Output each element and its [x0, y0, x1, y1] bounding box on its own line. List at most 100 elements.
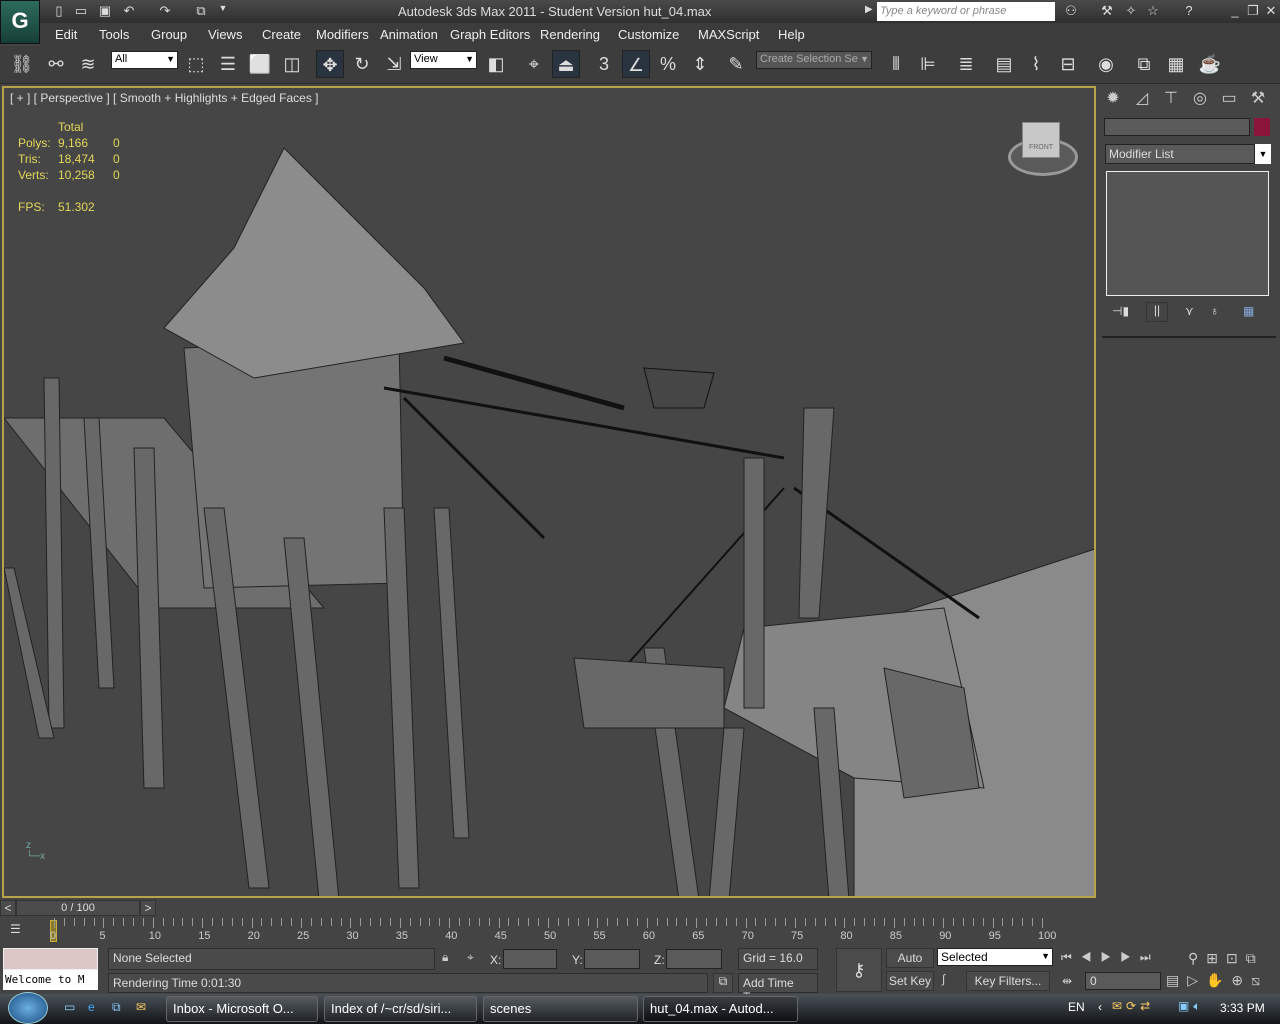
select-and-rotate-icon[interactable]: ↻ [348, 50, 376, 78]
task-internet-explorer[interactable]: Index of /~cr/sd/siri... [324, 996, 477, 1022]
align-icon[interactable]: ⊫ [914, 50, 942, 78]
start-button[interactable] [8, 992, 48, 1024]
y-coordinate-input[interactable] [584, 949, 640, 969]
task-outlook[interactable]: Inbox - Microsoft O... [166, 996, 318, 1022]
close-button[interactable]: ✕ [1262, 3, 1280, 19]
maxscript-listener-input[interactable] [3, 948, 98, 970]
set-key-key-icon[interactable]: ⚷ [836, 948, 882, 992]
menu-help[interactable]: Help [778, 27, 805, 42]
select-and-link-icon[interactable]: ⛓ [8, 50, 36, 78]
menu-customize[interactable]: Customize [618, 27, 679, 42]
curve-editor-icon[interactable]: ⌇ [1022, 50, 1050, 78]
time-slider-next[interactable]: > [140, 900, 156, 916]
menu-rendering[interactable]: Rendering [540, 27, 600, 42]
application-button[interactable]: G [0, 0, 40, 44]
snaps-toggle-icon[interactable]: 3 [590, 50, 618, 78]
restore-button[interactable]: ❐ [1244, 3, 1262, 19]
task-3ds-max[interactable]: hut_04.max - Autod... [643, 996, 798, 1022]
unlink-icon[interactable]: ⚯ [42, 50, 70, 78]
satellite-icon[interactable]: ✧ [1122, 3, 1140, 19]
menu-tools[interactable]: Tools [99, 27, 129, 42]
menu-create[interactable]: Create [262, 27, 301, 42]
select-and-move-icon[interactable]: ✥ [316, 50, 344, 78]
window-crossing-icon[interactable]: ◫ [278, 50, 306, 78]
set-key-button[interactable]: Set Key [886, 971, 934, 991]
menu-maxscript[interactable]: MAXScript [698, 27, 759, 42]
auto-key-button[interactable]: Auto Key [886, 948, 934, 983]
percent-snap-icon[interactable]: % [654, 50, 682, 78]
pin-stack-icon[interactable]: ⊣▮ [1112, 304, 1129, 318]
new-file-icon[interactable]: ▯ [50, 3, 68, 19]
communication-center-icon[interactable]: ⚒ [1098, 3, 1116, 19]
time-slider-thumb[interactable]: 0 / 100 [16, 900, 140, 916]
motion-tab-icon[interactable]: ◎ [1187, 88, 1213, 112]
internet-explorer-icon[interactable]: e [88, 1000, 95, 1014]
display-tab-icon[interactable]: ▭ [1216, 88, 1242, 112]
task-scenes-folder[interactable]: scenes [483, 996, 638, 1022]
switch-windows-icon[interactable]: ⧉ [112, 1000, 121, 1015]
current-frame-input[interactable]: 0 [1085, 972, 1161, 990]
layer-manager-icon[interactable]: ≣ [952, 50, 980, 78]
binoculars-icon[interactable]: ⚇ [1062, 3, 1080, 19]
menu-graph-editors[interactable]: Graph Editors [450, 27, 530, 42]
angle-snap-icon[interactable]: ∠ [622, 50, 650, 78]
keyboard-shortcut-override-icon[interactable]: ⏏ [552, 50, 580, 78]
menu-group[interactable]: Group [151, 27, 187, 42]
edit-named-selection-icon[interactable]: ✎ [722, 50, 750, 78]
redo-icon[interactable]: ↷ [156, 3, 174, 19]
bind-space-warp-icon[interactable]: ≋ [74, 50, 102, 78]
viewcube[interactable]: FRONT [1022, 122, 1060, 158]
viewport-navigation-controls[interactable]: ⚲⊞⊡⧉ [1188, 950, 1264, 967]
render-teapot-icon[interactable]: ☕ [1196, 50, 1224, 78]
outlook-icon[interactable]: ✉ [136, 1000, 146, 1014]
maxscript-output[interactable]: Welcome to M [3, 970, 98, 990]
mirror-icon[interactable]: ⫴ [882, 50, 910, 78]
viewport-label[interactable]: [ + ] [ Perspective ] [ Smooth + Highlig… [10, 91, 319, 105]
make-unique-icon[interactable]: ⋎ [1185, 304, 1194, 318]
help-icon[interactable]: ? [1180, 3, 1198, 19]
default-tangent-icon[interactable]: ∫ [942, 972, 945, 986]
select-by-name-icon[interactable]: ☰ [214, 50, 242, 78]
rendered-frame-window-icon[interactable]: ▦ [1162, 50, 1190, 78]
menu-modifiers[interactable]: Modifiers [316, 27, 369, 42]
material-editor-icon[interactable]: ◉ [1092, 50, 1120, 78]
time-slider-prev[interactable]: < [0, 900, 16, 916]
rectangular-selection-icon[interactable]: ⬜ [246, 50, 274, 78]
x-coordinate-input[interactable] [503, 949, 557, 969]
network-volume-icons[interactable]: ▣🔈︎ [1178, 999, 1205, 1014]
key-mode-dropdown[interactable]: Selected [937, 948, 1053, 966]
graphite-ribbon-icon[interactable]: ▤ [990, 50, 1018, 78]
modifier-list-dropdown[interactable]: Modifier List [1105, 144, 1255, 164]
absolute-mode-transform-icon[interactable]: ⌖ [467, 950, 474, 965]
pivot-center-icon[interactable]: ◧ [482, 50, 510, 78]
time-tag-icon[interactable]: ⧉ [713, 973, 733, 993]
customize-quick-access-icon[interactable]: ▼ [214, 3, 232, 19]
modifier-stack[interactable] [1106, 171, 1269, 296]
object-color-swatch[interactable] [1254, 118, 1270, 136]
undo-icon[interactable]: ↶ [120, 3, 138, 19]
manipulate-icon[interactable]: ⌖ [520, 50, 548, 78]
key-filters-button[interactable]: Key Filters... [966, 971, 1050, 991]
utilities-tab-icon[interactable]: ⚒ [1245, 88, 1271, 112]
select-object-icon[interactable]: ⬚ [182, 50, 210, 78]
remove-modifier-icon[interactable]: ♁ [1210, 304, 1219, 318]
schematic-view-icon[interactable]: ⊟ [1054, 50, 1082, 78]
save-icon[interactable]: ▣ [96, 3, 114, 19]
expand-arrow-icon[interactable]: ▶ [865, 4, 873, 15]
language-indicator[interactable]: EN [1068, 1000, 1085, 1014]
menu-edit[interactable]: Edit [55, 27, 77, 42]
viewport-navigation-controls-2[interactable]: ▤▷✋⊕⧅ [1166, 972, 1268, 989]
show-desktop-icon[interactable]: ▭ [64, 1000, 75, 1014]
show-end-result-icon[interactable]: || [1146, 302, 1168, 322]
create-tab-icon[interactable]: ✹ [1100, 88, 1126, 112]
object-name-field[interactable] [1104, 118, 1250, 136]
select-and-scale-icon[interactable]: ⇲ [380, 50, 408, 78]
add-time-tag[interactable]: Add Time Tag [738, 973, 818, 1004]
playback-controls[interactable]: ⏮◀▶▶⏭ [1061, 950, 1160, 965]
selection-filter-dropdown[interactable]: All [111, 51, 178, 69]
render-setup-icon[interactable]: ⧉ [1130, 50, 1158, 78]
minimize-button[interactable]: _ [1226, 3, 1244, 19]
help-search-input[interactable]: Type a keyword or phrase [877, 2, 1055, 21]
spinner-snap-icon[interactable]: ⇕ [686, 50, 714, 78]
configure-modifier-sets-icon[interactable]: ▦ [1243, 304, 1254, 318]
